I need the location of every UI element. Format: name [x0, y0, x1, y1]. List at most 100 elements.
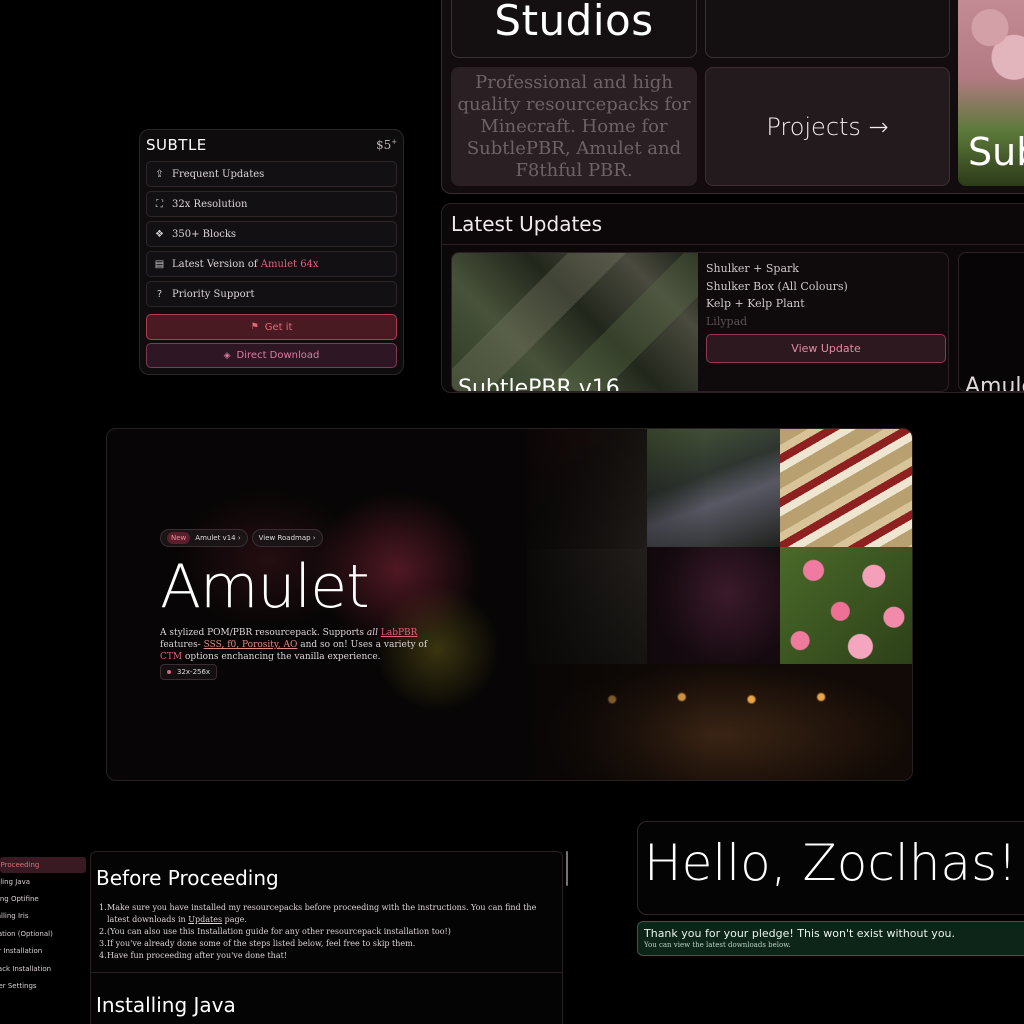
update-card-amulet[interactable]: Amule: [958, 252, 1024, 392]
studios-empty-card: [705, 0, 950, 58]
mosaic-tile: [780, 547, 912, 664]
update-change-list: Shulker + Spark Shulker Box (All Colours…: [706, 260, 848, 330]
sidebar-item-installing-optifine[interactable]: lling Optifine: [0, 891, 86, 907]
direct-download-label: Direct Download: [236, 350, 320, 361]
features-link[interactable]: SSS, f0, Porosity, AO: [204, 640, 298, 650]
list-item: 4. Have fun proceeding after you've done …: [99, 950, 557, 962]
version-label: Amulet v14 ›: [195, 534, 241, 542]
updates-link[interactable]: Updates: [188, 915, 222, 924]
sidebar-item-label: e Proceeding: [0, 861, 40, 869]
list-text: Make sure you have installed my resource…: [107, 903, 537, 924]
upload-icon: ⇪: [155, 168, 164, 180]
list-item: 1. Make sure you have installed my resour…: [99, 902, 557, 926]
sidebar-item-pack-installation[interactable]: Pack Installation: [0, 961, 86, 977]
list-text: (You can also use this Installation guid…: [107, 927, 451, 936]
labpbr-link[interactable]: LabPBR: [381, 628, 418, 638]
studios-description-card: Professional and high quality resourcepa…: [451, 67, 697, 186]
status-dot-icon: [167, 670, 171, 674]
list-number: 2.: [99, 927, 107, 936]
docs-scrollbar[interactable]: [566, 851, 568, 886]
help-circle-icon: ?: [156, 288, 163, 300]
pledge-thanks-subtitle: You can view the latest downloads below.: [644, 941, 791, 949]
sidebar-item-installing-iris[interactable]: talling Iris: [0, 908, 86, 924]
sidebar-item-label: lling Optifine: [0, 895, 39, 903]
studios-title-card: Studios: [451, 0, 697, 58]
desc-text: and so on! Uses a variety of: [297, 640, 428, 650]
sidebar-item-label: er Installation: [0, 947, 43, 955]
list-item: Lilypad: [706, 314, 748, 328]
list-item: 2. (You can also use this Installation gu…: [99, 926, 557, 938]
feature-frequent-updates: ⇪ Frequent Updates: [146, 161, 397, 187]
desc-text: features-: [160, 640, 201, 650]
list-item: 3. If you've already done some of the ste…: [99, 938, 557, 950]
studios-description: Professional and high quality resourcepa…: [457, 71, 691, 181]
view-roadmap-button[interactable]: View Roadmap ›: [251, 529, 323, 547]
sidebar-item-settings[interactable]: der Settings: [0, 978, 86, 994]
get-it-button[interactable]: ⚑ Get it: [146, 314, 397, 340]
subtle-project-label: Subtle: [968, 130, 1024, 174]
sidebar-item-label: Pack Installation: [0, 965, 52, 973]
sidebar-item-installing-java[interactable]: alling Java: [0, 874, 86, 890]
projects-label: Projects →: [766, 112, 889, 141]
new-badge: New: [167, 532, 191, 544]
feature-latest-version: ▤ Latest Version of Amulet 64x: [146, 251, 397, 277]
list-number: 1.: [99, 903, 107, 912]
roadmap-label: View Roadmap ›: [258, 534, 316, 542]
update-card-subtlepbr: SubtlePBR v16 Shulker + Spark Shulker Bo…: [451, 252, 949, 392]
latest-updates-title: Latest Updates: [451, 212, 603, 236]
sidebar-item-installation[interactable]: er Installation: [0, 943, 86, 959]
feature-blocks: ❖ 350+ Blocks: [146, 221, 397, 247]
flag-icon: ⚑: [250, 322, 259, 332]
hero-title: Amulet: [160, 552, 370, 622]
list-item: Shulker + Spark: [706, 262, 799, 275]
feature-label: 32x Resolution: [172, 198, 248, 210]
divider: [90, 972, 563, 973]
sidebar-item-label: talling Iris: [0, 912, 29, 920]
list-text: If you've already done some of the steps…: [107, 939, 416, 948]
feature-label-prefix: Latest Version of: [172, 258, 261, 270]
desc-text: options enchancing the vanilla experienc…: [182, 652, 381, 662]
diamond-icon: ◈: [223, 350, 231, 361]
sidebar-item-optional[interactable]: cation (Optional): [0, 926, 86, 942]
pledge-thanks-title: Thank you for your pledge! This won't ex…: [644, 927, 956, 940]
blocks-icon: ❖: [155, 228, 164, 240]
docs-sidebar: e Proceeding alling Java lling Optifine …: [0, 852, 90, 1024]
divider: [441, 244, 1024, 245]
resolution-badge: 32x-256x: [160, 664, 218, 680]
mosaic-tile: [780, 429, 912, 547]
update-thumbnail: SubtlePBR v16: [452, 253, 698, 391]
feature-priority-support: ? Priority Support: [146, 281, 397, 307]
sidebar-item-label: cation (Optional): [0, 930, 53, 938]
ctm-link[interactable]: CTM: [160, 652, 182, 662]
section-heading: Installing Java: [96, 993, 236, 1017]
tier-name: SUBTLE: [146, 136, 207, 154]
feature-label: Priority Support: [172, 288, 255, 300]
hero-fade-overlay: [507, 429, 707, 780]
tier-price-suffix: +: [391, 138, 398, 146]
hero-description: A stylized POM/PBR resourcepack. Support…: [160, 627, 450, 663]
feature-label: Frequent Updates: [172, 168, 265, 180]
feature-label: 350+ Blocks: [172, 228, 237, 240]
subtle-project-card[interactable]: Subtle: [958, 0, 1024, 186]
sidebar-item-label: der Settings: [0, 982, 37, 990]
desc-text: A stylized POM/PBR resourcepack. Support…: [160, 628, 367, 638]
sidebar-item-label: alling Java: [0, 878, 31, 886]
list-text: Have fun proceeding after you've done th…: [107, 951, 288, 960]
studios-title: Studios: [494, 0, 654, 45]
resolution-label: 32x-256x: [177, 668, 211, 676]
sidebar-item-before-proceeding[interactable]: e Proceeding: [0, 857, 86, 873]
list-text: page.: [222, 915, 247, 924]
greeting-title: Hello, Zoclhas!: [644, 834, 1018, 892]
file-icon: ▤: [154, 258, 165, 270]
list-number: 4.: [99, 951, 107, 960]
direct-download-button[interactable]: ◈ Direct Download: [146, 343, 397, 368]
feature-label-accent: Amulet 64x: [260, 258, 319, 270]
projects-link[interactable]: Projects →: [705, 67, 950, 186]
view-update-button[interactable]: View Update: [706, 334, 946, 363]
fullscreen-icon: ⛶: [156, 198, 163, 210]
new-version-badge[interactable]: New Amulet v14 ›: [160, 529, 248, 547]
get-it-label: Get it: [264, 321, 293, 333]
tier-price: $5+: [376, 138, 397, 152]
list-number: 3.: [99, 939, 107, 948]
section-heading: Before Proceeding: [96, 866, 279, 890]
